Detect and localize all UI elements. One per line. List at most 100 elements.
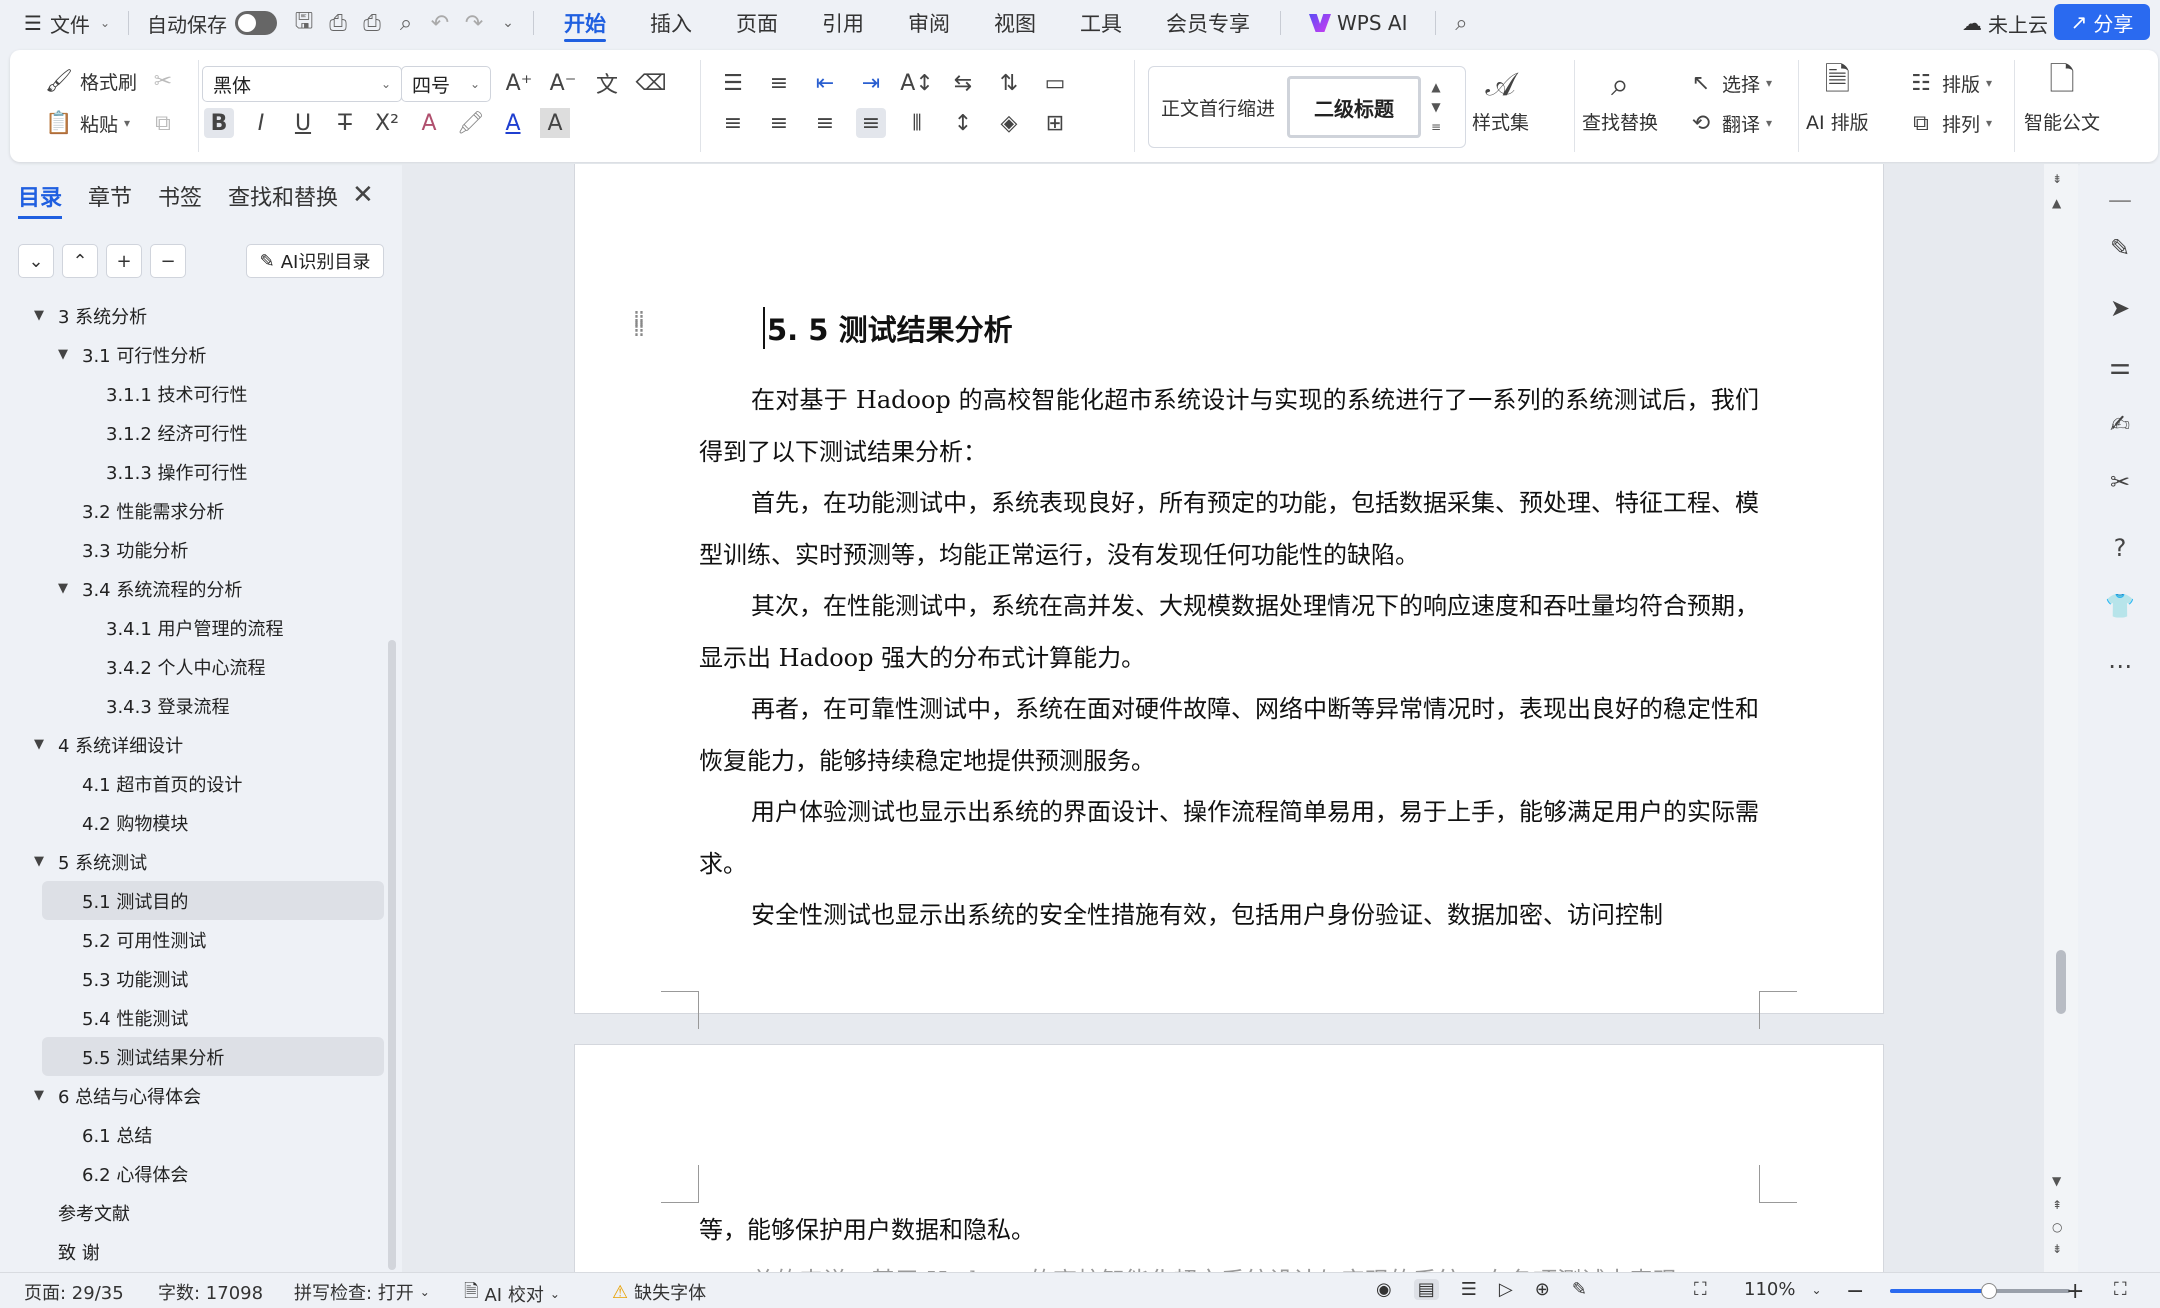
cloud-status-button[interactable]: ☁ 未上云	[1962, 6, 2048, 40]
print-icon[interactable]: ⎙	[355, 6, 389, 40]
text-direction-icon[interactable]: ⇆	[948, 68, 978, 98]
shading-icon[interactable]: ◈	[994, 108, 1024, 138]
document-scrollbar[interactable]: ⇟ ▲ ▼ ⇞ ○ ⇟	[2044, 164, 2078, 1272]
sort-icon[interactable]: ⇅	[994, 68, 1024, 98]
italic-icon[interactable]: I	[246, 108, 276, 138]
play-icon[interactable]: ▷	[1499, 1279, 1513, 1300]
superscript-icon[interactable]: X²	[372, 108, 402, 138]
line-spacing-icon[interactable]: ↕	[948, 108, 978, 138]
split-icon[interactable]: ⇟	[2052, 172, 2062, 186]
toc-item[interactable]: ▼ 3 系统分析	[0, 296, 390, 335]
expand-arrow-icon[interactable]: ▼	[34, 1088, 44, 1103]
zoom-slider[interactable]	[1890, 1283, 2070, 1299]
ai-proof-button[interactable]: 🗎 AI 校对 ⌄	[464, 1279, 560, 1308]
phonetic-icon[interactable]: 文	[592, 68, 622, 98]
paragraph[interactable]: 用户体验测试也显示出系统的界面设计、操作流程简单易用，易于上手，能够满足用户的实…	[699, 787, 1759, 890]
expand-arrow-icon[interactable]: ▼	[58, 581, 68, 596]
align-left-icon[interactable]: ≡	[718, 108, 748, 138]
print-preview-icon[interactable]: ⌕	[389, 6, 423, 40]
paragraph[interactable]: 安全性测试也显示出系统的安全性措施有效，包括用户身份验证、数据加密、访问控制	[699, 890, 1759, 942]
cut-icon[interactable]: ✂	[148, 66, 178, 96]
toc-item[interactable]: 3.1.3 操作可行性	[0, 452, 390, 491]
translate-button[interactable]: ⟲ 翻译 ▾	[1686, 108, 1772, 138]
section-heading[interactable]: 5. 5 测试结果分析	[763, 307, 1013, 349]
share-button[interactable]: ↗ 分享	[2054, 4, 2150, 40]
toc-item[interactable]: 4.1 超市首页的设计	[0, 764, 390, 803]
toc-item[interactable]: ▼ 6 总结与心得体会	[0, 1076, 390, 1115]
select-browse-icon[interactable]: ○	[2052, 1220, 2062, 1234]
chinese-layout-icon[interactable]: A↕	[900, 68, 933, 98]
toc-item[interactable]: 5.2 可用性测试	[0, 920, 390, 959]
font-name-select[interactable]: 黑体 ⌄	[202, 66, 402, 102]
toc-item[interactable]: 5.5 测试结果分析	[42, 1037, 384, 1076]
toc-item[interactable]: 3.4.3 登录流程	[0, 686, 390, 725]
close-icon[interactable]: ✕	[352, 180, 374, 210]
expand-arrow-icon[interactable]: ▼	[34, 854, 44, 869]
collapse-sidebar-icon[interactable]: —	[2104, 184, 2136, 216]
page-view-icon[interactable]: ▤	[1413, 1279, 1439, 1300]
toc-item[interactable]: 5.3 功能测试	[0, 959, 390, 998]
align-center-icon[interactable]: ≡	[764, 108, 794, 138]
settings-sliders-icon[interactable]: ⚌	[2104, 350, 2136, 382]
nav-tab-toc[interactable]: 目录	[18, 180, 63, 219]
expand-up-button[interactable]: ⌃	[62, 244, 98, 278]
fit-page-icon[interactable]: ⛶	[1694, 1279, 1707, 1300]
shrink-font-icon[interactable]: A⁻	[548, 68, 578, 98]
word-count[interactable]: 字数: 17098	[158, 1279, 263, 1305]
chevron-down-icon[interactable]: ▼	[1431, 100, 1440, 114]
decrease-indent-icon[interactable]: ⇤	[810, 68, 840, 98]
smart-doc-button[interactable]: 🗋 智能公文	[2024, 60, 2100, 135]
remove-heading-button[interactable]: −	[150, 244, 186, 278]
ai-write-icon[interactable]: ✍	[2104, 408, 2136, 440]
bullet-list-icon[interactable]: ☰	[718, 68, 748, 98]
tab-view[interactable]: 视图	[972, 0, 1058, 46]
output-icon[interactable]: ⎙	[321, 6, 355, 40]
char-shading-icon[interactable]: A	[540, 108, 570, 138]
tab-references[interactable]: 引用	[800, 0, 886, 46]
paragraph[interactable]: 等，能够保护用户数据和隐私。	[699, 1205, 1759, 1257]
arrange-button[interactable]: ⧉ 排列 ▾	[1906, 108, 1992, 138]
toc-item[interactable]: 5.4 性能测试	[0, 998, 390, 1037]
tab-insert[interactable]: 插入	[628, 0, 714, 46]
toc-item[interactable]: ▼ 4 系统详细设计	[0, 725, 390, 764]
next-page-icon[interactable]: ⇟	[2052, 1242, 2062, 1256]
add-heading-button[interactable]: +	[106, 244, 142, 278]
text-effect-icon[interactable]: A	[414, 108, 444, 138]
toc-item[interactable]: 3.3 功能分析	[0, 530, 390, 569]
border-icon[interactable]: ⊞	[1040, 108, 1070, 138]
redo-icon[interactable]: ↷	[457, 6, 491, 40]
zoom-in-icon[interactable]: +	[2066, 1279, 2084, 1304]
toc-item[interactable]: ▼ 3.4 系统流程的分析	[0, 569, 390, 608]
chevron-up-icon[interactable]: ▲	[1431, 80, 1440, 94]
scroll-down-icon[interactable]: ▼	[2052, 1174, 2061, 1188]
pen-icon[interactable]: ✎	[2104, 232, 2136, 264]
page[interactable]: 等，能够保护用户数据和隐私。 总的来说，基于 Hadoop 的高校智能化超市系统…	[574, 1044, 1884, 1272]
toc-item[interactable]: 6.2 心得体会	[0, 1154, 390, 1193]
web-view-icon[interactable]: ⊕	[1535, 1279, 1550, 1300]
toc-item[interactable]: 3.2 性能需求分析	[0, 491, 390, 530]
nav-scrollbar[interactable]	[388, 640, 396, 1270]
tab-home[interactable]: 开始	[542, 0, 628, 46]
toc-item[interactable]: 6.1 总结	[0, 1115, 390, 1154]
toc-item[interactable]: ▼ 5 系统测试	[0, 842, 390, 881]
zoom-slider-knob[interactable]	[1981, 1283, 1997, 1299]
autosave-toggle[interactable]	[235, 11, 277, 35]
layout-button[interactable]: ☷ 排版 ▾	[1906, 68, 1992, 98]
prev-page-icon[interactable]: ⇞	[2052, 1198, 2062, 1212]
style-normal-indent[interactable]: 正文首行缩进	[1149, 94, 1287, 121]
highlight-icon[interactable]: 🖍	[456, 108, 486, 138]
bold-icon[interactable]: B	[204, 108, 234, 138]
find-replace-button[interactable]: ⌕ 查找替换	[1582, 64, 1658, 135]
expand-icon[interactable]: ≡	[1431, 120, 1441, 134]
ai-layout-button[interactable]: 🗎 AI 排版	[1806, 60, 1869, 135]
tab-member[interactable]: 会员专享	[1144, 0, 1272, 46]
more-icon[interactable]: ⋯	[2104, 650, 2136, 682]
format-painter-button[interactable]: 🖌 格式刷	[44, 66, 137, 96]
clear-format-icon[interactable]: ⌫	[635, 68, 666, 98]
page-indicator[interactable]: 页面: 29/35	[24, 1279, 124, 1305]
toc-item[interactable]: 3.4.2 个人中心流程	[0, 647, 390, 686]
distributed-icon[interactable]: ⫴	[902, 108, 932, 138]
grow-font-icon[interactable]: A⁺	[504, 68, 534, 98]
outline-view-icon[interactable]: ☰	[1461, 1279, 1477, 1300]
document-area[interactable]: ⁞⁞ ⁞⁞ 5. 5 测试结果分析 在对基于 Hadoop 的高校智能化超市系统设…	[402, 164, 2044, 1272]
